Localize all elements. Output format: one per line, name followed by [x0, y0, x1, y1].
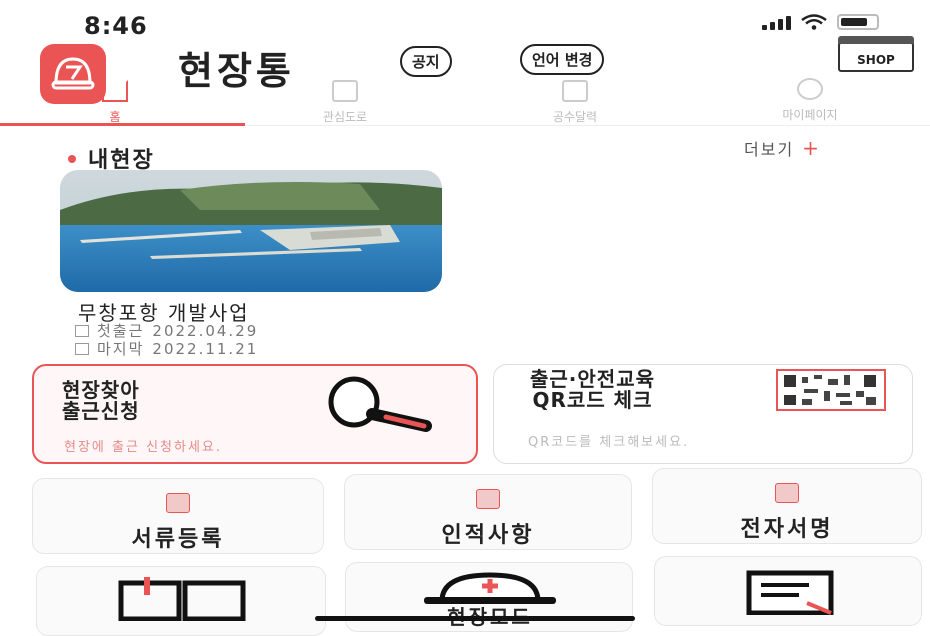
- e-signature-tile[interactable]: 전자서명: [652, 468, 922, 544]
- more-label: 더보기: [744, 140, 795, 159]
- e-signature-label: 전자서명: [740, 517, 834, 542]
- app-title: 현장통: [178, 49, 295, 93]
- find-site-title-line1: 현장찾아: [62, 378, 140, 402]
- tab-calendar-label: 공수달력: [552, 110, 598, 124]
- find-site-title-line2: 출근신청: [62, 399, 140, 423]
- qr-check-card[interactable]: 출근·안전교육 QR코드 체크 QR코드를 체크해보세요.: [493, 364, 913, 464]
- find-site-subtitle: 현장에 출근 신청하세요.: [64, 440, 222, 455]
- tab-mypage-label: 마이페이지: [782, 108, 838, 122]
- qr-check-subtitle: QR코드를 체크해보세요.: [528, 435, 690, 450]
- language-change-button[interactable]: 언어 변경: [520, 44, 605, 75]
- shop-label: SHOP: [857, 53, 895, 67]
- tab-interest-label: 관심도로: [322, 110, 368, 124]
- personal-info-label: 인적사항: [441, 523, 535, 548]
- signal-icon: [762, 14, 791, 30]
- find-site-title: 현장찾아 출근신청: [62, 380, 140, 422]
- home-indicator: [315, 616, 635, 621]
- wifi-icon: [801, 14, 827, 30]
- qr-code-icon: [776, 369, 886, 411]
- tab-home[interactable]: 홈: [80, 80, 150, 125]
- manual-tile[interactable]: [36, 566, 326, 636]
- calendar-icon: [562, 80, 588, 102]
- shop-button[interactable]: SHOP: [838, 36, 914, 72]
- checklist-tile[interactable]: [654, 556, 922, 626]
- last-work-label: 마지막: [97, 340, 145, 358]
- checklist-icon: [746, 570, 834, 615]
- battery-icon: [837, 14, 879, 30]
- tab-divider: [245, 125, 930, 126]
- tab-interest[interactable]: 관심도로: [290, 80, 400, 125]
- qr-check-title: 출근·안전교육 QR코드 체크: [530, 369, 655, 411]
- document-register-tile[interactable]: 서류등록: [32, 478, 324, 554]
- qr-check-title-line1: 출근·안전교육: [530, 367, 655, 391]
- qr-check-title-line2: QR코드 체크: [532, 388, 653, 412]
- personal-info-tile[interactable]: 인적사항: [344, 474, 632, 550]
- upload-icon: [166, 493, 190, 513]
- book-icon: [118, 577, 246, 621]
- calendar-icon: [75, 324, 89, 337]
- calendar-icon: [75, 342, 89, 355]
- site-mode-tile[interactable]: 현장모드: [345, 562, 633, 632]
- tab-mypage[interactable]: 마이페이지: [740, 78, 880, 123]
- person-card-icon: [476, 489, 500, 509]
- pen-icon: [775, 483, 799, 503]
- home-icon: [102, 80, 128, 102]
- document-register-label: 서류등록: [131, 527, 225, 552]
- tab-home-label: 홈: [109, 110, 121, 124]
- notice-button[interactable]: 공지: [400, 46, 452, 77]
- site-photo[interactable]: [60, 170, 442, 292]
- status-time: 8:46: [84, 12, 148, 40]
- section-bullet: [68, 155, 76, 163]
- more-link[interactable]: 더보기 +: [744, 136, 821, 160]
- plus-icon: +: [802, 136, 821, 160]
- helmet-icon: [424, 572, 556, 604]
- active-tab-indicator: [0, 123, 245, 126]
- magnifier-icon: [328, 376, 432, 432]
- document-icon: [332, 80, 358, 102]
- last-work-row: 마지막 2022.11.21: [75, 338, 258, 359]
- user-icon: [797, 78, 823, 100]
- find-site-card[interactable]: 현장찾아 출근신청 현장에 출근 신청하세요.: [32, 364, 478, 464]
- first-work-date: 2022.04.29: [152, 321, 259, 340]
- tab-calendar[interactable]: 공수달력: [520, 80, 630, 125]
- status-icons: [762, 14, 879, 30]
- last-work-date: 2022.11.21: [152, 339, 259, 358]
